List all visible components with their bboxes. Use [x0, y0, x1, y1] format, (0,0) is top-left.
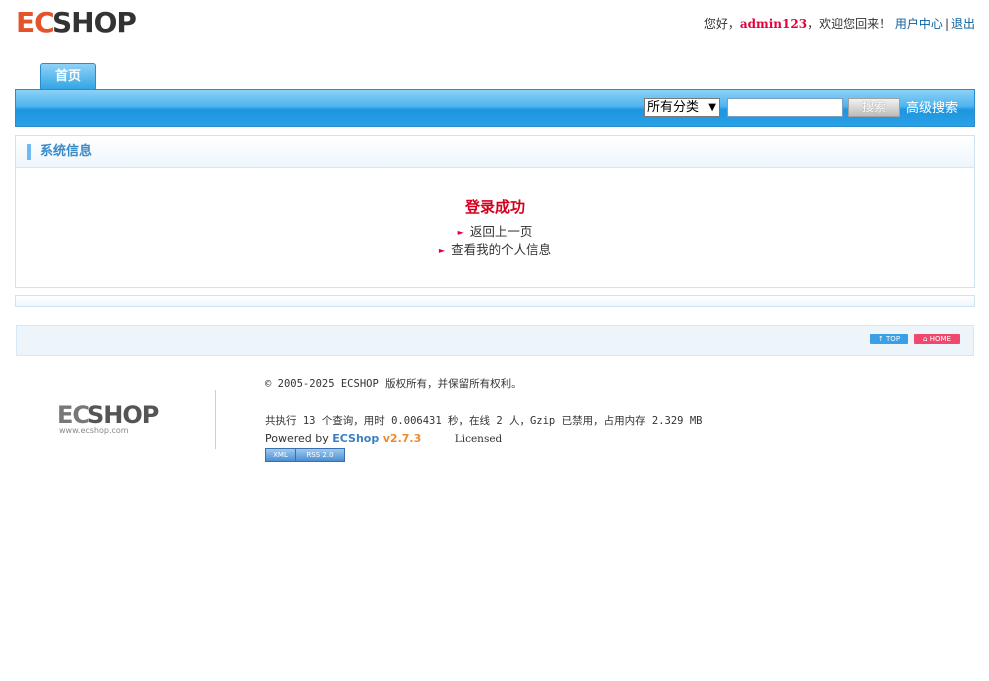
triangle-right-icon: ►: [457, 228, 464, 237]
logout-link[interactable]: 退出: [951, 17, 975, 31]
footer-divider: [215, 390, 216, 449]
home-button[interactable]: ⌂ HOME: [914, 334, 960, 344]
panel-header: 系统信息: [16, 136, 974, 168]
search-input[interactable]: [727, 98, 843, 117]
profile-link-row: ► 查看我的个人信息: [16, 242, 974, 259]
footer-nav-bar: ↑ TOP ⌂ HOME: [16, 325, 974, 356]
back-link-row: ► 返回上一页: [16, 224, 974, 241]
top-button[interactable]: ↑ TOP: [870, 334, 908, 344]
welcome-text: ，欢迎您回来！: [807, 17, 892, 31]
system-info-panel: 系统信息 登录成功 ► 返回上一页 ► 查看我的个人信息: [15, 135, 975, 288]
rss-feed-button[interactable]: RSS 2.0: [295, 448, 345, 462]
success-message: 登录成功: [464, 198, 525, 216]
empty-panel: [15, 295, 975, 307]
category-select-value: 所有分类: [647, 100, 700, 115]
search-button[interactable]: 搜索: [848, 98, 900, 117]
panel-title: 系统信息: [40, 144, 93, 159]
profile-link[interactable]: 查看我的个人信息: [451, 242, 551, 257]
licensed-text: Licensed: [454, 433, 503, 445]
username: admin123: [739, 17, 808, 31]
query-stats-text: 共执行 13 个查询，用时 0.006431 秒，在线 2 人，Gzip 已禁用…: [265, 415, 703, 427]
tab-home[interactable]: 首页: [40, 63, 96, 90]
ecshop-link[interactable]: ECShop: [332, 432, 379, 445]
user-center-link[interactable]: 用户中心: [895, 17, 943, 31]
copyright-text: © 2005-2025 ECSHOP 版权所有，并保留所有权利。: [265, 378, 522, 390]
triangle-right-icon: ►: [438, 246, 446, 255]
advanced-search-link[interactable]: 高级搜索: [906, 100, 958, 117]
site-logo[interactable]: EC SHOP: [16, 6, 140, 42]
user-bar: 您好，admin123，欢迎您回来！ 用户中心 | 退出: [704, 16, 975, 32]
logo-shop-text: SHOP: [52, 6, 137, 39]
back-link[interactable]: 返回上一页: [470, 224, 533, 239]
chevron-down-icon: ▼: [708, 102, 716, 113]
version-text: v2.7.3: [382, 432, 422, 445]
powered-by-line: Powered by ECShop v2.7.3 Licensed: [265, 432, 502, 446]
category-select[interactable]: 所有分类 ▼: [644, 98, 720, 117]
footer-logo-url: www.ecshop.com: [59, 426, 129, 435]
footer-logo[interactable]: EC SHOP www.ecshop.com: [57, 400, 161, 440]
nav-search-bar: 所有分类 ▼ 搜索 高级搜索: [15, 89, 975, 127]
greeting-text: 您好，: [703, 17, 740, 31]
title-accent-bar: [27, 144, 31, 160]
xml-feed-button[interactable]: XML: [265, 448, 296, 462]
logo-ec-text: EC: [16, 6, 55, 39]
powered-by-label: Powered by: [265, 432, 329, 445]
separator: |: [944, 17, 949, 31]
